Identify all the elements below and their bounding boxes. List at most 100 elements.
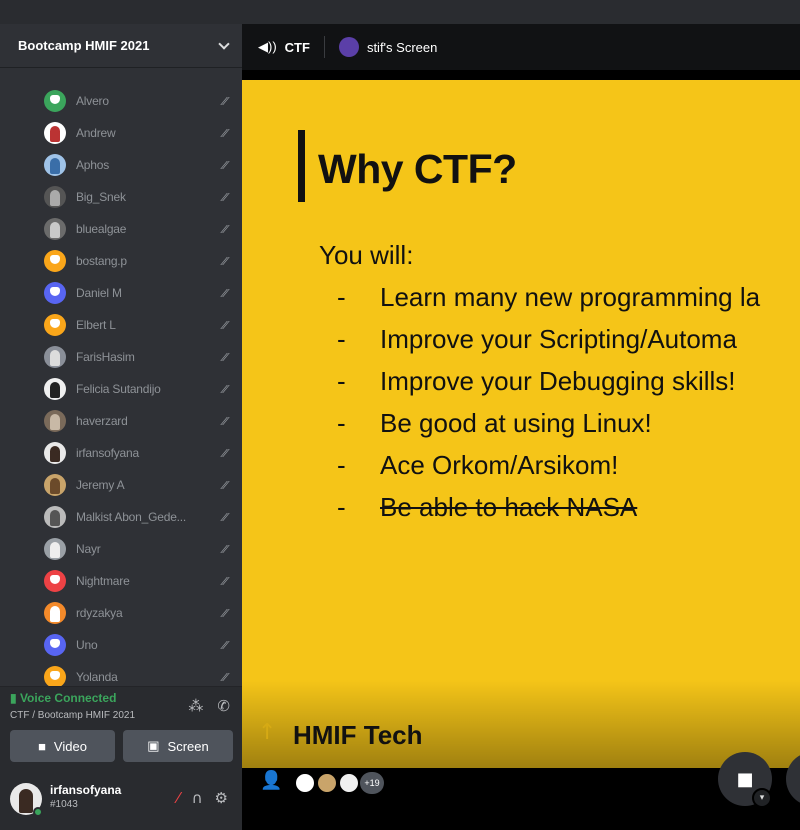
voice-member[interactable]: Felicia Sutandijo ⁄⁄ xyxy=(44,373,234,405)
chevron-down-icon[interactable]: ▾ xyxy=(752,788,772,808)
voice-member[interactable]: irfansofyana ⁄⁄ xyxy=(44,437,234,469)
avatar xyxy=(44,474,66,496)
avatar xyxy=(44,634,66,656)
mic-muted-icon: ⁄⁄ xyxy=(223,574,227,588)
participant-avatar[interactable] xyxy=(294,772,316,794)
member-name: haverzard xyxy=(76,414,128,428)
voice-channel-path[interactable]: CTF / Bootcamp HMIF 2021 xyxy=(10,710,135,721)
mic-muted-icon[interactable]: ⁄ xyxy=(177,789,180,807)
screen-icon: ▣ xyxy=(147,738,160,753)
voice-member[interactable]: Daniel M ⁄⁄ xyxy=(44,277,234,309)
member-name: Alvero xyxy=(76,94,109,108)
screen-owner-label: stif's Screen xyxy=(366,39,438,55)
mic-muted-icon: ⁄⁄ xyxy=(223,286,227,300)
channel-sidebar: Bootcamp HMIF 2021 Alvero ⁄⁄ Andrew ⁄⁄ Aphos… xyxy=(0,24,242,830)
avatar xyxy=(44,570,66,592)
signal-icon: ▮ xyxy=(10,691,20,705)
member-name: FarisHasim xyxy=(76,350,135,364)
mic-muted-icon: ⁄⁄ xyxy=(223,382,227,396)
participant-avatar[interactable] xyxy=(338,772,360,794)
mic-muted-icon: ⁄⁄ xyxy=(223,414,227,428)
user-tag: #1043 xyxy=(50,799,78,810)
mic-muted-icon: ⁄⁄ xyxy=(223,478,227,492)
mic-muted-icon: ⁄⁄ xyxy=(223,222,227,236)
noise-suppression-icon[interactable]: ⁂ xyxy=(188,697,203,715)
member-name: Malkist Abon_Gede... xyxy=(76,510,187,524)
more-participants-badge[interactable]: +19 xyxy=(360,772,384,794)
voice-member[interactable]: Aphos ⁄⁄ xyxy=(44,149,234,181)
stream-header: ◀)) CTF stif's Screen xyxy=(242,24,800,70)
bullet-dash: - xyxy=(337,408,346,438)
member-name: irfansofyana xyxy=(76,446,139,460)
voice-member[interactable]: haverzard ⁄⁄ xyxy=(44,405,234,437)
participant-avatar[interactable] xyxy=(316,772,338,794)
headphones-icon[interactable]: ∩ xyxy=(192,789,203,807)
voice-member[interactable]: Elbert L ⁄⁄ xyxy=(44,309,234,341)
divider xyxy=(323,36,325,58)
title-bar xyxy=(0,0,800,24)
mic-muted-icon: ⁄⁄ xyxy=(223,638,227,652)
gear-icon[interactable]: ⚙ xyxy=(215,789,228,807)
mic-muted-icon: ⁄⁄ xyxy=(223,94,227,108)
voice-member[interactable]: Alvero ⁄⁄ xyxy=(44,85,234,117)
mic-muted-icon: ⁄⁄ xyxy=(223,670,227,684)
voice-member[interactable]: Nayr ⁄⁄ xyxy=(44,533,234,565)
shared-screen-slide[interactable]: Why CTF? You will: - Learn many new progr… xyxy=(242,80,800,768)
username: irfansofyana xyxy=(50,783,122,797)
member-name: Elbert L xyxy=(76,318,116,332)
title-accent-bar xyxy=(298,130,305,202)
member-name: rdyzakya xyxy=(76,606,123,620)
mic-muted-icon: ⁄⁄ xyxy=(223,510,227,524)
voice-member[interactable]: Malkist Abon_Gede... ⁄⁄ xyxy=(44,501,234,533)
avatar xyxy=(44,218,66,240)
avatar xyxy=(44,186,66,208)
slide-intro: You will: xyxy=(319,240,414,270)
discord-window: Bootcamp HMIF 2021 Alvero ⁄⁄ Andrew ⁄⁄ Aphos… xyxy=(0,0,800,830)
bullet-dash: - xyxy=(337,450,346,480)
voice-member[interactable]: Big_Snek ⁄⁄ xyxy=(44,181,234,213)
chevron-down-icon[interactable] xyxy=(218,37,230,50)
voice-channel-icon: ◀)) xyxy=(258,39,277,54)
voice-member-list: Alvero ⁄⁄ Andrew ⁄⁄ Aphos ⁄⁄ Big_Snek ⁄⁄ bluealg… xyxy=(0,69,242,699)
add-user-icon[interactable]: 👤 xyxy=(260,770,282,791)
mic-muted-icon: ⁄⁄ xyxy=(223,318,227,332)
avatar xyxy=(44,314,66,336)
voice-member[interactable]: Nightmare ⁄⁄ xyxy=(44,565,234,597)
mic-muted-icon: ⁄⁄ xyxy=(223,542,227,556)
member-name: Uno xyxy=(76,638,98,652)
voice-member[interactable]: FarisHasim ⁄⁄ xyxy=(44,341,234,373)
member-name: bostang.p xyxy=(76,254,127,268)
slide-title: Why CTF? xyxy=(318,146,517,192)
avatar xyxy=(44,442,66,464)
avatar xyxy=(44,378,66,400)
camera-icon: ■ xyxy=(736,768,754,790)
user-panel: irfansofyana #1043 ⁄ ∩ ⚙ xyxy=(0,771,242,830)
member-name: Aphos xyxy=(76,158,110,172)
channel-name[interactable]: CTF xyxy=(285,40,310,55)
mic-muted-icon: ⁄⁄ xyxy=(223,350,227,364)
slide-bullet: - Ace Orkom/Arsikom! xyxy=(337,450,618,481)
voice-member[interactable]: Uno ⁄⁄ xyxy=(44,629,234,661)
avatar xyxy=(44,122,66,144)
voice-connected-status[interactable]: ▮ Voice Connected xyxy=(10,691,116,705)
voice-member[interactable]: bostang.p ⁄⁄ xyxy=(44,245,234,277)
member-name: Daniel M xyxy=(76,286,122,300)
server-name: Bootcamp HMIF 2021 xyxy=(18,38,150,53)
voice-member[interactable]: rdyzakya ⁄⁄ xyxy=(44,597,234,629)
stream-view: ◀)) CTF stif's Screen Why CTF? You will:… xyxy=(242,24,800,830)
voice-member[interactable]: bluealgae ⁄⁄ xyxy=(44,213,234,245)
mic-muted-icon: ⁄⁄ xyxy=(223,606,227,620)
server-header[interactable]: Bootcamp HMIF 2021 xyxy=(0,24,242,68)
voice-member[interactable]: Jeremy A ⁄⁄ xyxy=(44,469,234,501)
disconnect-icon[interactable]: ✆ xyxy=(217,697,230,715)
camera-icon: ■ xyxy=(38,738,46,754)
mic-muted-icon: ⁄⁄ xyxy=(223,254,227,268)
screen-share-button[interactable]: ▣ Screen xyxy=(123,730,233,762)
voice-member[interactable]: Andrew ⁄⁄ xyxy=(44,117,234,149)
avatar xyxy=(44,538,66,560)
avatar xyxy=(44,410,66,432)
video-button[interactable]: ■ Video xyxy=(10,730,115,762)
online-status-icon xyxy=(33,807,43,817)
call-controls: 👤 +19 ■ ▾ xyxy=(242,752,800,830)
bullet-text: Ace Orkom/Arsikom! xyxy=(380,450,619,480)
